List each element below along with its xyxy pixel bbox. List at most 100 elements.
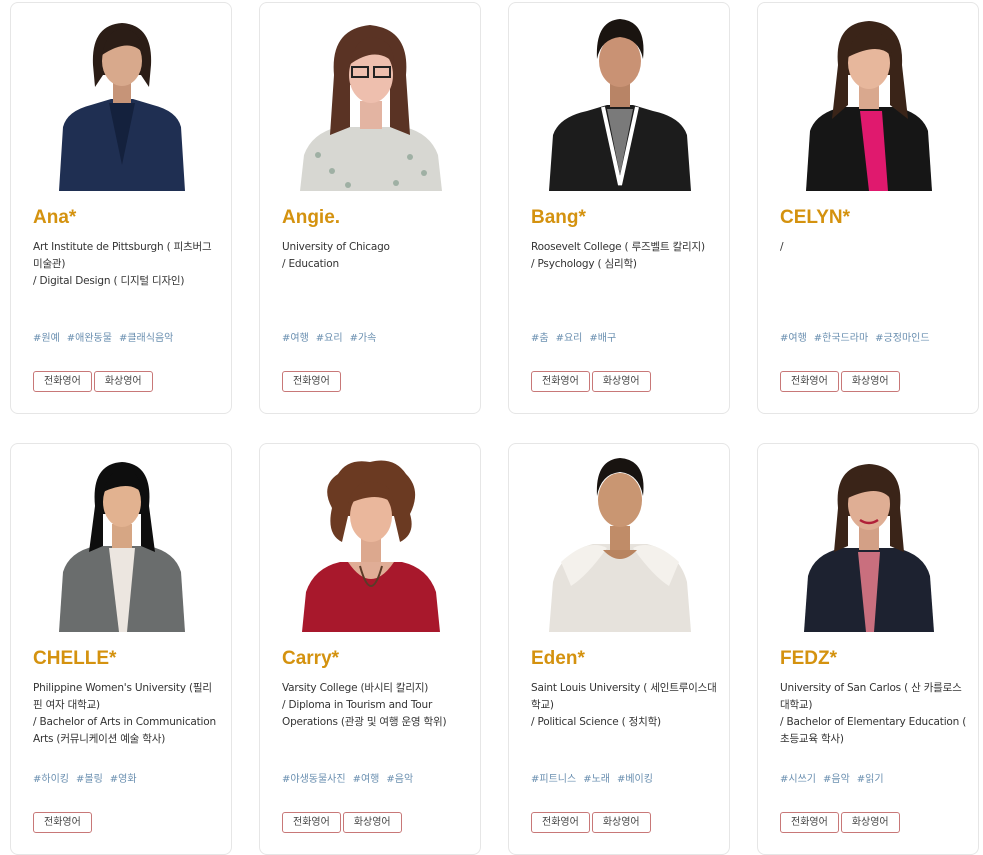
tutor-school: University of San Carlos ( 산 카를로스 대학교) (780, 682, 962, 711)
tutor-major: / (780, 241, 784, 253)
tutor-tags: #피트니스 #노래 #베이킹 (531, 770, 721, 785)
video-english-button[interactable]: 화상영어 (840, 812, 900, 833)
tutor-photo (547, 15, 693, 191)
tutor-card[interactable]: Ana* Art Institute de Pittsburgh ( 피츠버그 … (10, 2, 232, 414)
video-english-button[interactable]: 화상영어 (342, 812, 402, 833)
tag: #베이킹 (616, 774, 653, 785)
tutor-education: University of Chicago / Education (282, 239, 470, 273)
tutor-school: Saint Louis University ( 세인트루이스대학교) (531, 682, 717, 711)
tag: #애완동물 (66, 333, 112, 344)
tutor-grid: Ana* Art Institute de Pittsburgh ( 피츠버그 … (0, 0, 983, 855)
tutor-name[interactable]: Carry* (282, 648, 339, 670)
tutor-education: Varsity College (바시티 칼리지) / Diploma in T… (282, 680, 470, 731)
phone-english-button[interactable]: 전화영어 (780, 812, 839, 833)
tutor-tags: #시쓰기 #음악 #읽기 (780, 770, 970, 785)
tutor-photo (49, 15, 195, 191)
video-english-button[interactable]: 화상영어 (93, 371, 153, 392)
tutor-photo (796, 456, 942, 632)
phone-english-button[interactable]: 전화영어 (282, 371, 341, 392)
lesson-type-buttons: 전화영어 화상영어 (33, 371, 153, 392)
tutor-tags: #여행 #요리 #가속 (282, 329, 472, 344)
tutor-major: / Bachelor of Elementary Education ( 초등교… (780, 716, 967, 745)
tutor-education: Art Institute de Pittsburgh ( 피츠버그 미술관) … (33, 239, 221, 290)
phone-english-button[interactable]: 전화영어 (531, 371, 590, 392)
tag: #볼링 (75, 774, 103, 785)
tag: #요리 (315, 333, 343, 344)
tutor-major: / Education (282, 258, 339, 270)
tutor-card[interactable]: Angie. University of Chicago / Education… (259, 2, 481, 414)
phone-english-button[interactable]: 전화영어 (282, 812, 341, 833)
tutor-major: / Political Science ( 정치학) (531, 716, 661, 728)
tutor-card[interactable]: Carry* Varsity College (바시티 칼리지) / Diplo… (259, 443, 481, 855)
video-english-button[interactable]: 화상영어 (591, 371, 651, 392)
tag: #시쓰기 (780, 774, 816, 785)
tag: #배구 (589, 333, 617, 344)
tutor-school: Philippine Women's University (필리핀 여자 대학… (33, 682, 212, 711)
tag: #음악 (386, 774, 414, 785)
tag: #요리 (555, 333, 583, 344)
tutor-education: Philippine Women's University (필리핀 여자 대학… (33, 680, 221, 748)
tutor-school: Roosevelt College ( 루즈벨트 칼리지) (531, 241, 705, 253)
lesson-type-buttons: 전화영어 화상영어 (531, 371, 651, 392)
tag: #야생동물사진 (282, 774, 346, 785)
tutor-photo (49, 456, 195, 632)
tutor-name[interactable]: Eden* (531, 648, 585, 670)
phone-english-button[interactable]: 전화영어 (780, 371, 839, 392)
tutor-school: Varsity College (바시티 칼리지) (282, 682, 429, 694)
tag: #원예 (33, 333, 60, 344)
phone-english-button[interactable]: 전화영어 (531, 812, 590, 833)
tag: #여행 (780, 333, 807, 344)
phone-english-button[interactable]: 전화영어 (33, 371, 92, 392)
tutor-major: / Digital Design ( 디지털 디자인) (33, 275, 185, 287)
tutor-card[interactable]: FEDZ* University of San Carlos ( 산 카를로스 … (757, 443, 979, 855)
tutor-card[interactable]: Bang* Roosevelt College ( 루즈벨트 칼리지) / Ps… (508, 2, 730, 414)
tag: #영화 (109, 774, 137, 785)
tag: #읽기 (856, 774, 884, 785)
tutor-photo (547, 456, 693, 632)
tutor-education: University of San Carlos ( 산 카를로스 대학교) /… (780, 680, 968, 748)
tutor-card[interactable]: CELYN* / #여행 #한국드라마 #긍정마인드 전화영어 화상영어 (757, 2, 979, 414)
tutor-school: University of Chicago (282, 241, 390, 253)
tutor-tags: #야생동물사진 #여행 #음악 (282, 770, 472, 785)
tutor-card[interactable]: Eden* Saint Louis University ( 세인트루이스대학교… (508, 443, 730, 855)
tutor-tags: #원예 #애완동물 #클래식음악 (33, 329, 223, 344)
tutor-tags: #여행 #한국드라마 #긍정마인드 (780, 329, 970, 344)
tag: #가속 (349, 333, 377, 344)
tutor-name[interactable]: FEDZ* (780, 648, 837, 670)
tag: #한국드라마 (813, 333, 869, 344)
lesson-type-buttons: 전화영어 화상영어 (282, 812, 402, 833)
tutor-major: / Psychology ( 심리학) (531, 258, 637, 270)
tag: #하이킹 (33, 774, 69, 785)
tutor-name[interactable]: CELYN* (780, 207, 850, 229)
tutor-tags: #하이킹 #볼링 #영화 (33, 770, 223, 785)
tutor-name[interactable]: Bang* (531, 207, 586, 229)
tag: #여행 (352, 774, 380, 785)
tutor-education: / (780, 239, 968, 256)
tutor-name[interactable]: Angie. (282, 207, 340, 229)
tag: #긍정마인드 (875, 333, 930, 344)
tutor-card[interactable]: CHELLE* Philippine Women's University (필… (10, 443, 232, 855)
tag: #클래식음악 (118, 333, 174, 344)
lesson-type-buttons: 전화영어 화상영어 (531, 812, 651, 833)
tag: #피트니스 (531, 774, 577, 785)
lesson-type-buttons: 전화영어 화상영어 (780, 371, 900, 392)
tutor-name[interactable]: CHELLE* (33, 648, 116, 670)
tutor-major: / Bachelor of Arts in Communication Arts… (33, 716, 216, 745)
tutor-education: Saint Louis University ( 세인트루이스대학교) / Po… (531, 680, 719, 731)
tutor-major: / Diploma in Tourism and Tour Operations… (282, 699, 447, 728)
tag: #여행 (282, 333, 309, 344)
phone-english-button[interactable]: 전화영어 (33, 812, 92, 833)
tutor-photo (298, 456, 444, 632)
tutor-tags: #춤 #요리 #배구 (531, 329, 721, 344)
lesson-type-buttons: 전화영어 (282, 371, 341, 392)
tag: #춤 (531, 333, 549, 344)
tutor-education: Roosevelt College ( 루즈벨트 칼리지) / Psycholo… (531, 239, 719, 273)
tutor-school: Art Institute de Pittsburgh ( 피츠버그 미술관) (33, 241, 212, 270)
lesson-type-buttons: 전화영어 (33, 812, 92, 833)
video-english-button[interactable]: 화상영어 (840, 371, 900, 392)
tag: #음악 (822, 774, 850, 785)
tag: #노래 (583, 774, 610, 785)
tutor-photo (796, 15, 942, 191)
tutor-name[interactable]: Ana* (33, 207, 76, 229)
video-english-button[interactable]: 화상영어 (591, 812, 651, 833)
